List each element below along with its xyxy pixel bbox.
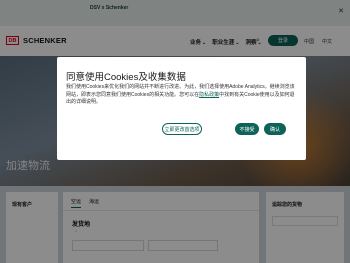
privacy-policy-link[interactable]: 隐私政策 [199, 92, 219, 98]
cookie-consent-dialog: 同意使用Cookies及收集数据 我们使用Cookies来优化我们的网站并不断进… [57, 57, 306, 160]
reject-button[interactable]: 不接受 [235, 123, 259, 135]
change-preferences-button[interactable]: 立即更改首选项 [162, 123, 202, 135]
dialog-title: 同意使用Cookies及收集数据 [66, 72, 186, 83]
accept-button[interactable]: 确认 [264, 123, 286, 135]
dialog-body: 我们使用Cookies来优化我们的网站并不断进行改进。为此，我们选择使用Adob… [66, 84, 296, 107]
